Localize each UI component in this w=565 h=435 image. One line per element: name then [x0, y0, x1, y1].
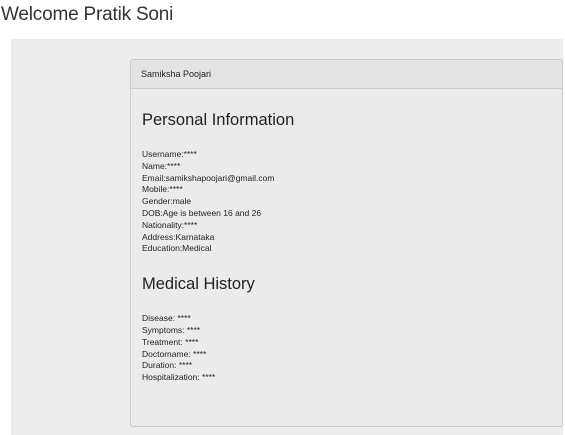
- duration-field: Duration: ****: [142, 360, 193, 371]
- medical-history-title: Medical History: [142, 275, 255, 294]
- dob-field: DOB:Age is between 16 and 26: [142, 207, 262, 218]
- personal-information-list: Username:**** Name:**** Email:samikshapo…: [142, 149, 551, 255]
- personal-information-title: Personal Information: [142, 111, 295, 129]
- medical-history-list: Disease: **** Symptoms: **** Treatment: …: [142, 313, 551, 384]
- gender-field: Gender:male: [142, 196, 192, 207]
- page: Welcome Pratik Soni Samiksha Poojari Per…: [0, 0, 565, 435]
- name-field: Name:****: [142, 160, 181, 171]
- address-field: Address:Karnataka: [142, 231, 215, 242]
- symptoms-field: Symptoms: ****: [142, 324, 201, 335]
- nationality-field: Nationality:****: [142, 219, 198, 230]
- panel-heading: Samiksha Poojari: [131, 60, 562, 89]
- education-field: Education:Medical: [142, 243, 212, 254]
- welcome-heading: Welcome Pratik Soni: [1, 4, 174, 25]
- doctorname-field: Doctorname: ****: [142, 348, 207, 359]
- treatment-field: Treatment: ****: [142, 336, 199, 347]
- disease-field: Disease: ****: [142, 313, 191, 324]
- username-field: Username:****: [142, 149, 197, 159]
- hospitalization-field: Hospitalization: ****: [142, 372, 216, 383]
- patient-panel: Samiksha Poojari Personal Information Us…: [130, 59, 563, 427]
- panel-body: Personal Information Username:**** Name:…: [131, 111, 562, 384]
- mobile-field: Mobile:****: [142, 184, 183, 195]
- email-field: Email:samikshapoojari@gmail.com: [142, 172, 275, 183]
